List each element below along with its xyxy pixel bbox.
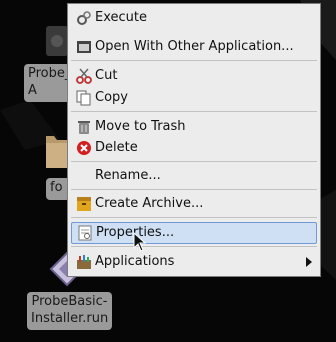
- menu-item-label: Open With Other Application...: [95, 39, 294, 54]
- menu-separator: [71, 246, 317, 247]
- gears-icon: [77, 11, 91, 25]
- menu-item-applications[interactable]: Applications: [68, 251, 320, 273]
- menu-item-execute[interactable]: Execute: [68, 7, 320, 29]
- menu-separator: [71, 111, 317, 112]
- menu-separator: [71, 161, 317, 162]
- menu-item-label: Copy: [95, 90, 128, 105]
- archive-icon: [77, 197, 91, 211]
- menu-item-cut[interactable]: Cut: [68, 65, 320, 87]
- mouse-pointer-icon: [133, 232, 147, 252]
- menu-item-label: Move to Trash: [95, 119, 186, 134]
- menu-item-copy[interactable]: Copy: [68, 87, 320, 109]
- menu-item-label: Rename...: [95, 168, 161, 183]
- applications-icon: [77, 255, 91, 269]
- desktop-icon-label: ProbeBasic- Installer.run: [27, 292, 112, 330]
- menu-item-open-with[interactable]: Open With Other Application...: [68, 36, 320, 58]
- properties-icon: [78, 225, 92, 241]
- menu-item-create-archive[interactable]: Create Archive...: [68, 193, 320, 215]
- delete-icon: [77, 141, 91, 155]
- copy-icon: [76, 90, 91, 106]
- desktop-icon-label: Probe_ A: [24, 64, 70, 102]
- application-icon: [46, 26, 68, 56]
- menu-item-delete[interactable]: Delete: [68, 137, 320, 159]
- menu-item-label: Applications: [95, 254, 175, 269]
- menu-item-rename[interactable]: Rename...: [68, 165, 320, 187]
- menu-item-properties[interactable]: Properties...: [71, 222, 317, 244]
- open-with-icon: [77, 41, 91, 53]
- menu-item-label: Delete: [95, 140, 138, 155]
- menu-item-label: Create Archive...: [95, 196, 204, 211]
- trash-icon: [78, 121, 90, 134]
- context-menu: Execute Open With Other Application... C…: [67, 3, 321, 277]
- menu-item-label: Cut: [95, 68, 118, 83]
- menu-separator: [71, 60, 317, 61]
- menu-item-label: Execute: [95, 10, 147, 25]
- menu-separator: [71, 217, 317, 218]
- submenu-arrow-icon: [306, 257, 312, 267]
- menu-item-move-to-trash[interactable]: Move to Trash: [68, 116, 320, 138]
- scissors-icon: [76, 68, 92, 84]
- menu-separator: [71, 189, 317, 190]
